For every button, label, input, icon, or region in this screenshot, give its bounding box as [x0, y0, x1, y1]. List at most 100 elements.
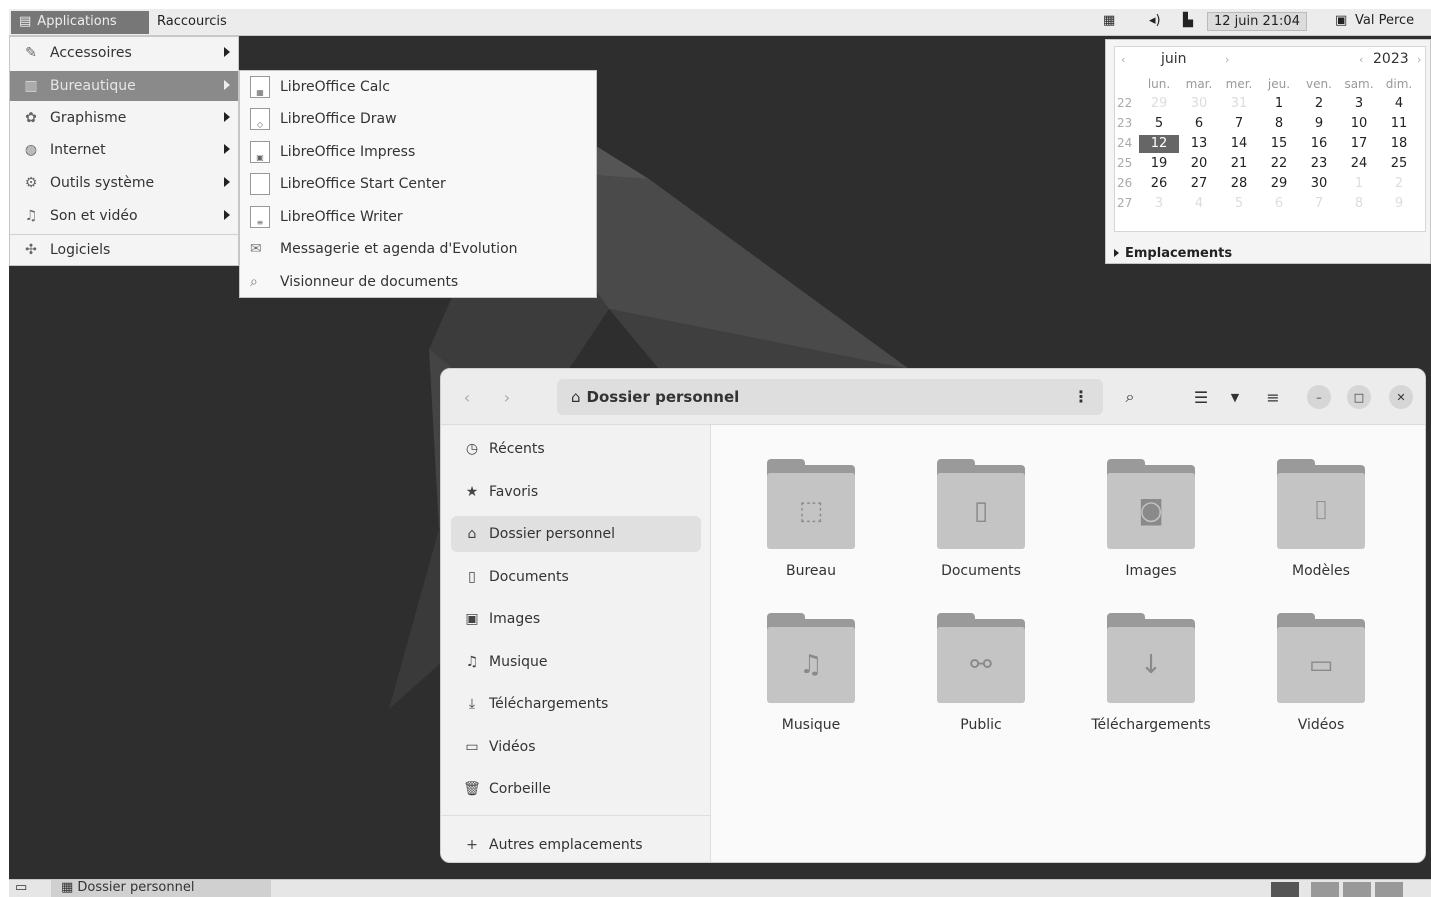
calendar-day[interactable]: 4	[1379, 95, 1419, 113]
calendar-day[interactable]: 16	[1299, 135, 1339, 153]
path-menu-icon[interactable]: ⋮	[1073, 387, 1089, 406]
sidebar-item-musique[interactable]: ♫ Musique	[451, 644, 701, 680]
submenu-item-libreoffice-draw[interactable]: ◇ LibreOffice Draw	[240, 104, 596, 134]
workspace-1[interactable]	[1271, 882, 1299, 897]
calendar-day[interactable]: 27	[1179, 175, 1219, 193]
calendar-day[interactable]: 25	[1379, 155, 1419, 173]
calendar-day[interactable]: 5	[1219, 195, 1259, 213]
calendar-day[interactable]: 29	[1139, 95, 1179, 113]
calendar-day[interactable]: 28	[1219, 175, 1259, 193]
calendar-day[interactable]: 1	[1339, 175, 1379, 193]
calendar-day[interactable]: 8	[1339, 195, 1379, 213]
calendar-day[interactable]: 12	[1139, 135, 1179, 153]
show-desktop-icon[interactable]: ▭	[15, 880, 27, 895]
folder-item-musique[interactable]: ♫ Musique	[731, 613, 891, 753]
close-button[interactable]: ✕	[1389, 385, 1413, 409]
calendar-day[interactable]: 8	[1259, 115, 1299, 133]
menu-item-graphisme[interactable]: ✿ Graphisme	[10, 103, 238, 133]
calendar-day[interactable]: 13	[1179, 135, 1219, 153]
submenu-item-libreoffice-calc[interactable]: ▦ LibreOffice Calc	[240, 72, 596, 102]
calendar-day[interactable]: 6	[1179, 115, 1219, 133]
calendar-day[interactable]: 17	[1339, 135, 1379, 153]
calendar-day[interactable]: 4	[1179, 195, 1219, 213]
calendar-day[interactable]: 2	[1379, 175, 1419, 193]
calendar-day[interactable]: 31	[1219, 95, 1259, 113]
workspace-4[interactable]	[1375, 882, 1403, 897]
calendar-day[interactable]: 26	[1139, 175, 1179, 193]
folder-item-documents[interactable]: ▯ Documents	[901, 459, 1061, 599]
submenu-item-libreoffice-writer[interactable]: ≡ LibreOffice Writer	[240, 202, 596, 232]
calendar-day[interactable]: 9	[1299, 115, 1339, 133]
sidebar-item-other-locations[interactable]: + Autres emplacements	[451, 827, 701, 862]
calendar-day[interactable]: 2	[1299, 95, 1339, 113]
sidebar-item-dossier-personnel[interactable]: ⌂ Dossier personnel	[451, 516, 701, 552]
minimize-button[interactable]: –	[1307, 385, 1331, 409]
sidebar-item-videos[interactable]: ▭ Vidéos	[451, 729, 701, 765]
folder-item-modeles[interactable]: ⌷ Modèles	[1241, 459, 1401, 599]
search-button[interactable]: ⌕	[1116, 383, 1144, 411]
calendar-day[interactable]: 6	[1259, 195, 1299, 213]
calendar-day[interactable]: 7	[1219, 115, 1259, 133]
prev-month-arrow-icon[interactable]: ‹	[1121, 53, 1125, 66]
taskbar-window-button[interactable]: ▦ Dossier personnel	[51, 880, 271, 897]
sidebar-item-recents[interactable]: ◷ Récents	[451, 431, 701, 467]
back-button[interactable]: ‹	[453, 383, 481, 411]
calendar-day[interactable]: 3	[1339, 95, 1379, 113]
calendar-day[interactable]: 29	[1259, 175, 1299, 193]
sidebar-item-favoris[interactable]: ★ Favoris	[451, 474, 701, 510]
prev-year-arrow-icon[interactable]: ‹	[1359, 53, 1363, 66]
calendar-day[interactable]: 19	[1139, 155, 1179, 173]
network-icon[interactable]: ▦	[1103, 13, 1115, 28]
calendar-day[interactable]: 21	[1219, 155, 1259, 173]
folder-item-bureau[interactable]: ⬚ Bureau	[731, 459, 891, 599]
calendar-day[interactable]: 9	[1379, 195, 1419, 213]
workspace-2[interactable]	[1311, 882, 1339, 897]
user-name[interactable]: Val Perce	[1355, 13, 1414, 28]
calendar-day[interactable]: 11	[1379, 115, 1419, 133]
submenu-item-evolution[interactable]: ✉ Messagerie et agenda d'Evolution	[240, 234, 596, 264]
submenu-item-libreoffice-impress[interactable]: ▣ LibreOffice Impress	[240, 137, 596, 167]
calendar-day[interactable]: 3	[1139, 195, 1179, 213]
path-bar[interactable]: ⌂ Dossier personnel ⋮	[557, 379, 1103, 415]
next-year-arrow-icon[interactable]: ›	[1417, 53, 1421, 66]
applications-menu-button[interactable]: ▤ Applications	[11, 11, 149, 34]
menu-item-internet[interactable]: ◍ Internet	[10, 135, 238, 165]
menu-item-son-et-video[interactable]: ♫ Son et vidéo	[10, 201, 238, 231]
clock[interactable]: 12 juin 21:04	[1207, 12, 1307, 31]
calendar-day[interactable]: 7	[1299, 195, 1339, 213]
submenu-item-document-viewer[interactable]: ⌕ Visionneur de documents	[240, 267, 596, 297]
sidebar-item-corbeille[interactable]: 🗑︎ Corbeille	[451, 771, 701, 807]
calendar-day[interactable]: 22	[1259, 155, 1299, 173]
shortcuts-menu-button[interactable]: Raccourcis	[157, 14, 227, 29]
menu-item-bureautique[interactable]: ▥ Bureautique	[10, 71, 238, 101]
forward-button[interactable]: ›	[493, 383, 521, 411]
calendar-day[interactable]: 10	[1339, 115, 1379, 133]
locations-expander[interactable]: Emplacements	[1114, 246, 1232, 261]
calendar-day[interactable]: 30	[1179, 95, 1219, 113]
view-list-button[interactable]: ☰	[1187, 383, 1215, 411]
maximize-button[interactable]: □	[1347, 385, 1371, 409]
sidebar-item-images[interactable]: ▣ Images	[451, 601, 701, 637]
menu-item-logiciels[interactable]: ✣ Logiciels	[10, 235, 238, 265]
calendar-day[interactable]: 15	[1259, 135, 1299, 153]
sidebar-item-documents[interactable]: ▯ Documents	[451, 559, 701, 595]
folder-item-telechargements[interactable]: ↓ Téléchargements	[1071, 613, 1231, 753]
folder-item-videos[interactable]: ▭ Vidéos	[1241, 613, 1401, 753]
calendar-day[interactable]: 18	[1379, 135, 1419, 153]
calendar-day[interactable]: 14	[1219, 135, 1259, 153]
folder-item-public[interactable]: ⚯ Public	[901, 613, 1061, 753]
volume-icon[interactable]: ◂)	[1149, 13, 1161, 28]
battery-icon[interactable]: ▙	[1183, 13, 1193, 28]
main-menu-button[interactable]: ≡	[1259, 383, 1287, 411]
calendar-day[interactable]: 24	[1339, 155, 1379, 173]
calendar-day[interactable]: 1	[1259, 95, 1299, 113]
menu-item-outils-systeme[interactable]: ⚙ Outils système	[10, 168, 238, 198]
sidebar-item-telechargements[interactable]: ⤓ Téléchargements	[451, 686, 701, 722]
workspace-3[interactable]	[1343, 882, 1371, 897]
folder-item-images[interactable]: ◙ Images	[1071, 459, 1231, 599]
calendar-day[interactable]: 23	[1299, 155, 1339, 173]
calendar-day[interactable]: 20	[1179, 155, 1219, 173]
submenu-item-libreoffice-start-center[interactable]: LibreOffice Start Center	[240, 169, 596, 199]
menu-item-accessoires[interactable]: ✎ Accessoires	[10, 38, 238, 68]
view-options-button[interactable]: ▼	[1221, 383, 1249, 411]
